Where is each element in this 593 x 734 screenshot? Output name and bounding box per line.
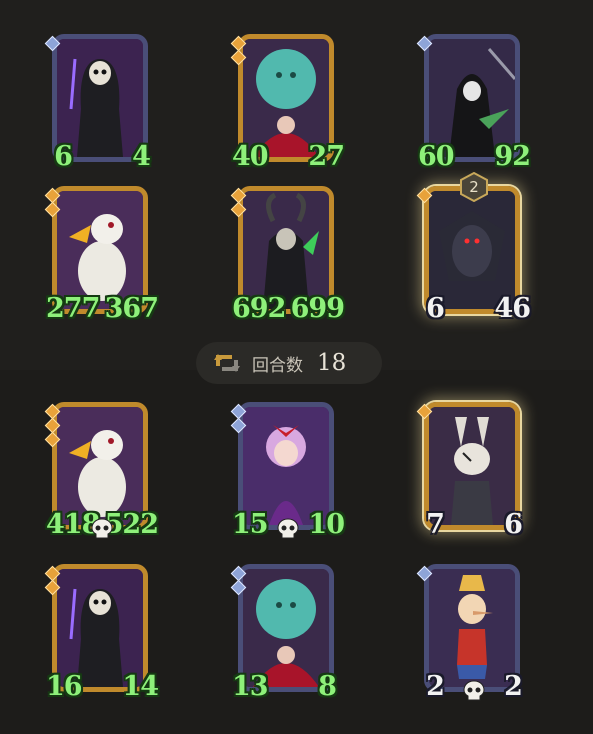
attack-value: 6 — [418, 291, 455, 331]
cycle-arrows-icon — [214, 354, 240, 372]
health-value: 14 — [122, 669, 161, 709]
health-value: 2 — [496, 669, 533, 709]
player-unit-card-hooded-plague-doctor[interactable]: 16 14 — [44, 564, 161, 709]
attack-value: 6 — [46, 139, 83, 179]
health-value: 6 — [496, 507, 533, 547]
attack-text: 2 — [426, 671, 445, 702]
attack-value: 40 — [232, 140, 269, 174]
health-text: 699 — [290, 293, 345, 324]
health-value: 27 — [308, 140, 345, 174]
skull-icon — [90, 518, 114, 540]
attack-text: 692 — [232, 293, 286, 324]
skull-icon — [276, 518, 300, 540]
health-value: 8 — [310, 669, 347, 709]
round-number: 18 — [317, 350, 347, 376]
enemy-unit-card-white-vulture[interactable]: 277 367 — [44, 186, 159, 331]
player-unit-card-white-vulture[interactable]: 418 522 — [44, 402, 159, 547]
health-text: 46 — [494, 293, 531, 324]
health-text: 27 — [308, 141, 345, 172]
health-value: 10 — [308, 508, 345, 542]
round-label: 回合数 — [252, 355, 303, 376]
enemy-unit-card-horned-lich[interactable]: 692 699 — [230, 186, 345, 326]
enemy-unit-card-dark-winged-knight[interactable]: 6 46 2 — [416, 171, 533, 331]
health-text: 92 — [494, 141, 531, 172]
health-text: 10 — [308, 509, 345, 540]
level-badge: 2 — [459, 171, 489, 203]
player-unit-card-pinocchio-puppet[interactable]: 22 — [416, 564, 533, 709]
enemy-unit-card-skeleton-reaper[interactable]: 60 92 — [416, 34, 531, 174]
round-counter: 回合数 18 — [196, 342, 382, 384]
health-value: 367 — [104, 291, 159, 331]
enemy-unit-card-hooded-plague-doctor[interactable]: 64 — [44, 34, 161, 179]
player-unit-card-patchwork-rabbit[interactable]: 76 — [416, 402, 533, 547]
attack-value: 692 — [232, 292, 286, 326]
enemy-unit-card-ghost-hag-cauldron[interactable]: 40 27 — [230, 34, 345, 174]
health-text: 2 — [504, 671, 523, 702]
attack-text: 277 — [46, 293, 100, 324]
attack-value: 15 — [232, 507, 270, 547]
attack-value: 277 — [46, 291, 100, 331]
attack-text: 13 — [232, 671, 269, 702]
health-text: 4 — [132, 141, 151, 172]
attack-value: 60 — [418, 140, 455, 174]
attack-text: 16 — [46, 671, 83, 702]
health-value: 92 — [494, 140, 531, 174]
health-text: 8 — [318, 671, 337, 702]
health-text: 367 — [104, 293, 159, 324]
health-text: 6 — [504, 509, 523, 540]
attack-text: 40 — [232, 141, 269, 172]
player-unit-card-ghost-hag-cauldron[interactable]: 13 8 — [230, 564, 347, 709]
attack-text: 60 — [418, 141, 455, 172]
attack-text: 6 — [426, 293, 445, 324]
player-unit-card-sleeping-doll-girl[interactable]: 15 10 — [230, 402, 345, 547]
attack-text: 15 — [232, 509, 269, 540]
attack-value: 13 — [232, 670, 269, 704]
attack-text: 6 — [54, 141, 73, 172]
health-value: 4 — [124, 139, 161, 179]
attack-value: 2 — [418, 669, 455, 709]
health-text: 14 — [122, 671, 159, 702]
level-badge-text: 2 — [469, 178, 479, 196]
skull-icon — [462, 680, 486, 702]
attack-value: 16 — [46, 670, 83, 704]
health-value: 46 — [494, 291, 533, 331]
attack-value: 7 — [418, 507, 455, 547]
health-value: 699 — [290, 292, 345, 326]
attack-text: 7 — [426, 509, 445, 540]
